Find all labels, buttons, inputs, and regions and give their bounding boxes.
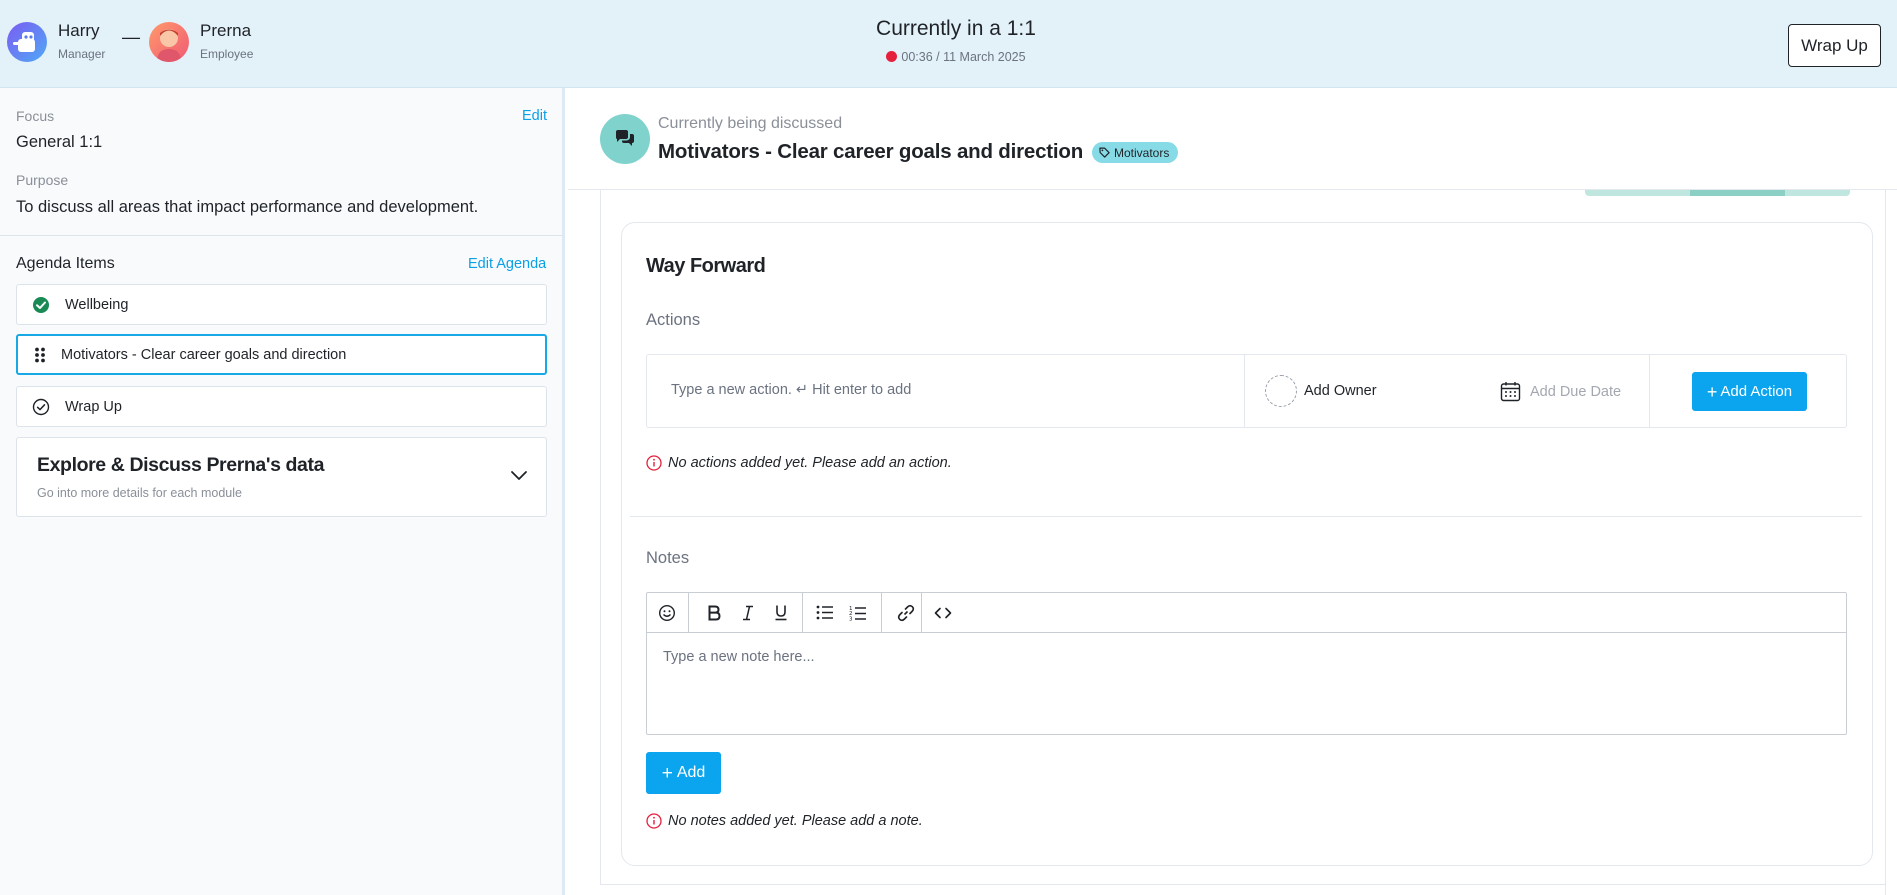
bold-icon[interactable] [699, 593, 729, 632]
wrap-up-button[interactable]: Wrap Up [1788, 24, 1881, 67]
agenda-heading: Agenda Items [16, 255, 115, 272]
add-due-date-button[interactable]: Add Due Date [1500, 381, 1621, 402]
discussion-status-label: Currently being discussed [658, 115, 843, 132]
add-due-date-label: Add Due Date [1530, 383, 1622, 400]
toolbar-divider [802, 593, 803, 632]
meeting-status-title: Currently in a 1:1 [876, 17, 1036, 40]
agenda-item-wellbeing[interactable]: Wellbeing [16, 284, 547, 325]
info-icon [646, 455, 662, 471]
check-circle-outline-icon [32, 398, 50, 416]
editor-toolbar: 123 [647, 593, 1846, 633]
notes-editor: 123 [646, 592, 1847, 735]
recording-dot-icon [886, 51, 898, 62]
topic-tag-label: Motivators [1114, 145, 1170, 160]
meeting-timer: 00:36 / 11 March 2025 [0, 50, 1897, 64]
previous-card-accent [1690, 190, 1785, 196]
add-note-button[interactable]: + Add [646, 752, 721, 794]
explore-subtitle: Go into more details for each module [37, 486, 242, 500]
owner-placeholder-icon [1265, 375, 1297, 407]
section-divider [630, 516, 1862, 517]
discussion-topic: Motivators - Clear career goals and dire… [658, 140, 1084, 163]
svg-text:3: 3 [849, 616, 853, 621]
plus-icon: + [1706, 381, 1718, 402]
way-forward-card [621, 222, 1873, 866]
info-icon [646, 813, 662, 829]
notes-label: Notes [646, 549, 690, 567]
check-circle-filled-icon [32, 296, 50, 314]
numbered-list-icon[interactable]: 123 [842, 593, 874, 632]
focus-value: General 1:1 [16, 133, 103, 151]
toolbar-divider [688, 593, 689, 632]
toolbar-divider [881, 593, 882, 632]
content-frame-left [600, 190, 601, 885]
toolbar-divider [921, 593, 922, 632]
calendar-icon [1500, 382, 1521, 402]
discussion-header: Currently being discussed Motivators - C… [568, 88, 1897, 190]
edit-agenda-link[interactable]: Edit Agenda [468, 256, 546, 272]
explore-title: Explore & Discuss Prerna's data [37, 454, 325, 476]
no-notes-message: No notes added yet. Please add a note. [646, 813, 923, 829]
focus-label: Focus [16, 108, 55, 124]
no-actions-message: No actions added yet. Please add an acti… [646, 455, 952, 471]
action-row-divider [1244, 355, 1245, 427]
content-frame-right [1885, 190, 1886, 895]
no-notes-text: No notes added yet. Please add a note. [668, 813, 923, 829]
agenda-item-motivators[interactable]: Motivators - Clear career goals and dire… [16, 334, 547, 375]
explore-data-panel[interactable]: Explore & Discuss Prerna's data Go into … [16, 437, 547, 517]
purpose-label: Purpose [16, 172, 69, 188]
new-action-row: Add Owner Add Due Date +Add Action [646, 354, 1847, 428]
italic-icon[interactable] [733, 593, 763, 632]
way-forward-title: Way Forward [646, 255, 766, 277]
add-owner-label: Add Owner [1304, 383, 1377, 399]
add-note-label: Add [676, 764, 706, 781]
underline-icon[interactable] [766, 593, 796, 632]
actions-label: Actions [646, 311, 701, 329]
chevron-down-icon[interactable] [510, 468, 528, 486]
no-actions-text: No actions added yet. Please add an acti… [668, 455, 952, 471]
action-row-divider [1649, 355, 1650, 427]
plus-icon: + [661, 762, 673, 784]
top-bar: Harry Manager — Prerna Employee Currentl… [0, 0, 1897, 88]
bullet-list-icon[interactable] [809, 593, 841, 632]
add-owner-button[interactable]: Add Owner [1265, 375, 1377, 407]
new-action-input[interactable] [671, 382, 1231, 398]
timer-text: 00:36 / 11 March 2025 [901, 50, 1026, 64]
content-frame-bottom [600, 884, 1886, 885]
edit-focus-link[interactable]: Edit [522, 108, 547, 124]
purpose-value: To discuss all areas that impact perform… [16, 198, 479, 216]
sidebar-divider [0, 235, 562, 236]
agenda-item-label: Wrap Up [65, 398, 122, 415]
agenda-item-wrap-up[interactable]: Wrap Up [16, 386, 547, 427]
sidebar: Focus Edit General 1:1 Purpose To discus… [0, 88, 565, 895]
emoji-icon[interactable] [647, 593, 687, 632]
add-action-label: Add Action [1720, 383, 1793, 400]
chat-bubbles-icon [600, 114, 650, 164]
agenda-item-label: Wellbeing [65, 296, 129, 313]
topic-tag[interactable]: Motivators [1092, 142, 1179, 163]
agenda-item-label: Motivators - Clear career goals and dire… [61, 346, 347, 363]
link-icon[interactable] [890, 593, 922, 632]
code-icon[interactable] [923, 593, 963, 632]
tag-icon [1099, 147, 1110, 158]
drag-handle-icon[interactable] [31, 346, 49, 364]
note-textarea[interactable] [663, 649, 1823, 719]
add-action-button[interactable]: + Add Action [1692, 372, 1807, 411]
